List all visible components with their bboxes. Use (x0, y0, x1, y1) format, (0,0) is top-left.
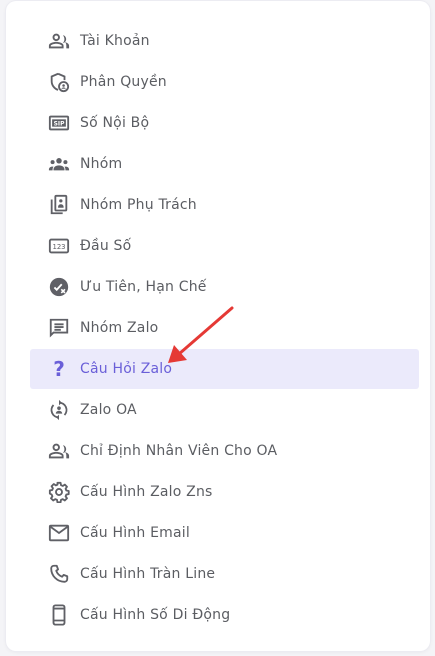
menu-item-phan-quyen[interactable]: Phân Quyền (30, 62, 419, 102)
chat-icon (48, 317, 70, 339)
menu-item-label: Cấu Hình Số Di Động (80, 607, 231, 623)
menu-item-so-noi-bo[interactable]: SIP Số Nội Bộ (30, 103, 419, 143)
menu-item-zalo-oa[interactable]: Zalo OA (30, 390, 419, 430)
assigned-group-icon (48, 194, 70, 216)
settings-menu-panel: Tài Khoản Phân Quyền SIP Số Nội Bộ Nhóm … (6, 1, 430, 651)
shield-user-icon (48, 71, 70, 93)
people-icon (48, 440, 70, 462)
menu-item-label: Cấu Hình Zalo Zns (80, 484, 213, 500)
priority-restrict-icon (48, 276, 70, 298)
menu-item-cau-hinh-so-di-dong[interactable]: Cấu Hình Số Di Động (30, 595, 419, 635)
svg-text:123: 123 (52, 243, 65, 251)
number-123-icon: 123 (48, 235, 70, 257)
menu-item-label: Cấu Hình Email (80, 525, 190, 541)
menu-item-nhom-phu-trach[interactable]: Nhóm Phụ Trách (30, 185, 419, 225)
menu-item-cau-hinh-email[interactable]: Cấu Hình Email (30, 513, 419, 553)
phone-icon (48, 563, 70, 585)
menu-item-nhom[interactable]: Nhóm (30, 144, 419, 184)
question-mark-icon: ? (53, 357, 65, 381)
menu-item-label: Ưu Tiên, Hạn Chế (80, 279, 207, 295)
menu-item-dau-so[interactable]: 123 Đầu Số (30, 226, 419, 266)
mail-icon (48, 522, 70, 544)
menu-item-cau-hinh-zalo-zns[interactable]: Cấu Hình Zalo Zns (30, 472, 419, 512)
menu-item-label: Số Nội Bộ (80, 115, 150, 131)
gear-icon (48, 481, 70, 503)
group-icon (48, 153, 70, 175)
menu-item-label: Cấu Hình Tràn Line (80, 566, 216, 582)
sip-icon: SIP (48, 112, 70, 134)
menu-item-nhom-zalo[interactable]: Nhóm Zalo (30, 308, 419, 348)
people-icon (48, 30, 70, 52)
svg-text:SIP: SIP (54, 120, 65, 127)
menu-item-label: Chỉ Định Nhân Viên Cho OA (80, 443, 278, 459)
menu-item-label: Zalo OA (80, 402, 137, 418)
menu-item-label: Nhóm Zalo (80, 320, 159, 336)
menu-item-label: Nhóm Phụ Trách (80, 197, 197, 213)
menu-item-label: Câu Hỏi Zalo (80, 361, 173, 377)
menu-item-label: Nhóm (80, 156, 123, 172)
menu-item-tai-khoan[interactable]: Tài Khoản (30, 21, 419, 61)
sync-person-icon (48, 399, 70, 421)
mobile-icon (48, 604, 70, 626)
menu-item-label: Phân Quyền (80, 74, 167, 90)
menu-item-uu-tien-han-che[interactable]: Ưu Tiên, Hạn Chế (30, 267, 419, 307)
menu-item-label: Đầu Số (80, 238, 132, 254)
menu-item-cau-hinh-tran-line[interactable]: Cấu Hình Tràn Line (30, 554, 419, 594)
settings-menu: Tài Khoản Phân Quyền SIP Số Nội Bộ Nhóm … (30, 21, 419, 636)
menu-item-cau-hoi-zalo[interactable]: ? Câu Hỏi Zalo (30, 349, 419, 389)
menu-item-chi-dinh-nhan-vien-cho-oa[interactable]: Chỉ Định Nhân Viên Cho OA (30, 431, 419, 471)
menu-item-label: Tài Khoản (80, 33, 150, 49)
